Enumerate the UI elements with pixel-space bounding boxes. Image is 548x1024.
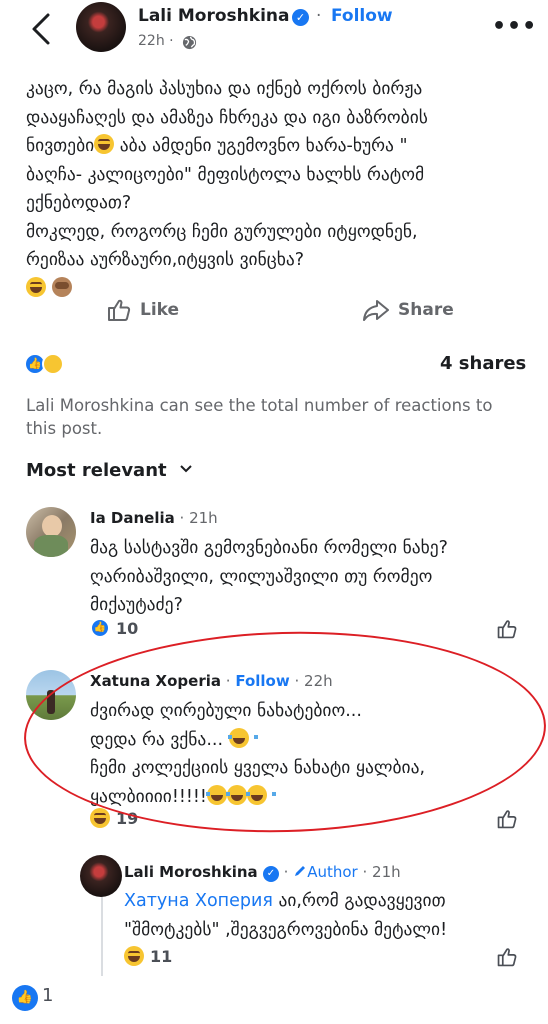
comment-time: · 21h	[357, 863, 401, 881]
post-line: ნივთები	[26, 136, 95, 156]
commenter-avatar[interactable]	[26, 507, 76, 557]
comment-line: მიქაუტაძე?	[90, 595, 183, 615]
footer-like-reaction-icon[interactable]: 👍	[12, 985, 38, 1011]
separator-dot: ·	[316, 6, 322, 26]
mention-link[interactable]: Хатуна Хоперия	[124, 891, 273, 911]
commenter-name-row: Ia Danelia · 21h	[90, 509, 218, 527]
post-line: ბაღჩა- კალიცოები" მეფისტოლა ხალხს რატომ	[26, 164, 425, 185]
tears-of-joy-emoji-icon	[225, 784, 256, 805]
author-avatar[interactable]	[76, 2, 126, 52]
comment-like-icon[interactable]	[496, 808, 518, 830]
comment-time: · 22h	[289, 672, 333, 690]
author-name[interactable]: Lali Moroshkina	[138, 6, 289, 26]
commenter-name[interactable]: Xatuna Xoperia	[90, 672, 221, 690]
footer-like-count[interactable]: 1	[42, 985, 53, 1006]
haha-reaction-icon	[90, 808, 110, 828]
reaction-summary[interactable]: 👍	[24, 352, 74, 376]
separator-dot: ·	[221, 672, 236, 690]
share-button[interactable]: Share	[362, 295, 454, 325]
reply-text: აი,რომ გადავყევით	[272, 891, 446, 911]
like-label: Like	[140, 300, 180, 320]
tears-of-joy-emoji-icon	[205, 784, 236, 805]
thumbs-up-icon	[108, 299, 131, 321]
reactions-note: Lali Moroshkina can see the total number…	[26, 396, 493, 438]
reply-author-avatar[interactable]	[80, 855, 122, 897]
reaction-count: 19	[116, 808, 139, 828]
post-line: კაცო, რა მაგის პასუხია და იქნებ ოქროს ბი…	[26, 79, 423, 99]
post-line: რეიზაა აურზაური,იტყვის ვინცხა?	[26, 250, 305, 270]
comment-like-icon[interactable]	[496, 618, 518, 640]
comment-line: ძვირად ღირებული ნახატებიო...	[90, 701, 362, 721]
grinning-emoji-icon	[94, 134, 115, 154]
reply-like-icon[interactable]	[496, 946, 518, 968]
chevron-down-icon	[180, 465, 192, 473]
tears-of-joy-emoji-icon	[245, 784, 276, 805]
comment-reactions[interactable]: 👍 10	[90, 618, 138, 638]
reply-line: Хатуна Хоперия აი,რომ გადავყევით	[124, 887, 447, 916]
like-reaction-icon: 👍	[90, 618, 110, 638]
post-header: Lali Moroshkina ✓ · Follow 22h · •••	[0, 0, 548, 62]
see-no-evil-monkey-icon	[51, 276, 72, 297]
post-time[interactable]: 22h ·	[138, 33, 174, 49]
comment-line: ყალბიიიი!!!!!	[90, 786, 207, 807]
post-line-mixed: ნივთები აბა ამდენი უგემოვნო ხარა-ხურა "	[26, 132, 526, 161]
follow-button[interactable]: Follow	[331, 6, 393, 26]
reply-line: "შმოტკებს" ,შეგვეგროვებინა მეტალი!	[124, 919, 448, 940]
like-button[interactable]: Like	[106, 295, 179, 325]
post-line: ექნებოდათ?	[26, 193, 132, 213]
follow-button[interactable]: Follow	[235, 672, 289, 690]
post-line: მოკლედ, როგორც ჩემი გურულები იტყოდნენ,	[26, 221, 418, 242]
verified-badge-icon: ✓	[262, 866, 279, 882]
grinning-emoji-icon	[26, 276, 46, 297]
sort-label: Most relevant	[26, 460, 167, 481]
comment-reactions[interactable]: 19	[90, 808, 138, 828]
comment-line-mixed: ყალბიიიი!!!!!	[90, 783, 425, 812]
reaction-count: 11	[150, 946, 173, 966]
comment-line: ჩემი კოლექციის ყველა ნახატი ყალბია,	[90, 758, 426, 778]
comment-time: · 21h	[174, 509, 218, 527]
globe-icon	[182, 35, 197, 50]
tears-of-joy-emoji-icon	[227, 727, 258, 748]
comment-line-mixed: დედა რა ვქნა...	[90, 726, 425, 755]
comment-body: მაგ სასტავში გემოვნებიანი რომელი ნახე? ღ…	[90, 534, 448, 620]
comment-line: დედა რა ვქნა...	[90, 729, 229, 750]
comment-line: ღარიბაშვილი, ლილუაშვილი თუ რომეო	[90, 566, 433, 587]
comment-sort-dropdown[interactable]: Most relevant	[26, 460, 193, 481]
post-line: აბა ამდენი უგემოვნო ხარა-ხურა "	[114, 136, 408, 156]
back-arrow-icon[interactable]	[28, 12, 56, 46]
share-arrow-icon	[363, 300, 389, 321]
haha-reaction-icon	[42, 353, 64, 375]
pencil-icon	[295, 866, 306, 876]
author-badge: Author	[307, 863, 358, 881]
reply-name-row: Lali Moroshkina ✓ · Author · 21h	[124, 863, 401, 882]
reply-reactions[interactable]: 11	[124, 946, 172, 966]
post-text: კაცო, რა მაგის პასუხია და იქნებ ოქროს ბი…	[26, 75, 526, 303]
verified-badge-icon: ✓	[292, 9, 309, 26]
reply-author-name[interactable]: Lali Moroshkina	[124, 863, 258, 881]
shares-count[interactable]: 4 shares	[440, 353, 526, 374]
haha-reaction-icon	[124, 946, 144, 966]
comment-body: ძვირად ღირებული ნახატებიო... დედა რა ვქნ…	[90, 697, 425, 811]
separator-dot: ·	[278, 863, 294, 881]
commenter-name[interactable]: Ia Danelia	[90, 509, 175, 527]
more-options-button[interactable]: •••	[492, 14, 537, 39]
commenter-name-row: Xatuna Xoperia · Follow · 22h	[90, 672, 333, 690]
commenter-avatar[interactable]	[26, 670, 76, 720]
post-line: დააყაჩაღეს და ამაზეა ჩხრეკა და იგი ბაზრო…	[26, 107, 428, 128]
comment-line: მაგ სასტავში გემოვნებიანი რომელი ნახე?	[90, 538, 448, 558]
share-label: Share	[398, 300, 454, 320]
reply-body: Хатуна Хоперия აი,რომ გადავყევით "შმოტკე…	[124, 887, 447, 944]
reaction-count: 10	[116, 618, 139, 638]
